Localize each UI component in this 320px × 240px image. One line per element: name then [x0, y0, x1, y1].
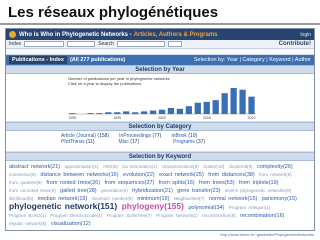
keyword-link[interactable]: regular network(8) [9, 221, 47, 226]
year-tick-label: 2010 [248, 116, 256, 120]
browser-screenshot: Who is Who in Phylogenetic Networks - Ar… [5, 28, 315, 231]
year-tick-label: 1995 [113, 116, 121, 120]
year-bar-2006[interactable] [212, 100, 219, 114]
slide-title: Les réseaux phylogénétiques [8, 4, 219, 21]
category-list: Article (Journal) (158) InProceedings (7… [6, 131, 314, 152]
year-section-heading: Selection by Year [6, 65, 314, 74]
year-bar-1994[interactable] [105, 112, 112, 114]
keyword-link[interactable]: from quartets(8) [9, 180, 42, 185]
keyword-link[interactable]: gene transfer(23) [177, 188, 220, 194]
keyword-link[interactable]: characterization(9) [162, 164, 199, 169]
year-bar-1992[interactable] [87, 113, 94, 114]
year-bar-2002[interactable] [176, 108, 184, 114]
keyword-link[interactable]: complexity(26) [257, 164, 293, 170]
keyword-link[interactable]: bio-informatics(1) [122, 164, 157, 169]
keyword-link[interactable]: Program BioNJ(1) [9, 213, 46, 218]
keyword-link[interactable]: level-k phylogenetic networks(9) [225, 188, 291, 193]
browse-select[interactable] [24, 41, 65, 47]
site-title-highlight: Articles, Authors & Programs [133, 31, 218, 38]
year-bar-1993[interactable] [96, 113, 103, 114]
year-bar-2008[interactable] [230, 88, 237, 114]
title-underline [0, 23, 320, 25]
year-bar-2003[interactable] [185, 106, 192, 114]
keyword-link[interactable]: abstract network(21) [9, 164, 60, 170]
year-bar-2004[interactable] [194, 102, 201, 114]
search-button[interactable] [168, 41, 183, 47]
publications-count: (All 277 publications) [69, 57, 126, 63]
keyword-link[interactable]: reconstruction(8) [202, 213, 236, 218]
keyword-link[interactable]: visualization(12) [51, 221, 91, 227]
keyword-link[interactable]: from trees(53) [199, 180, 235, 186]
contribute-link[interactable]: Contribute! [279, 41, 311, 47]
year-bar-1999[interactable] [149, 110, 157, 114]
keyword-link[interactable]: phylogenetic network(151) [9, 201, 117, 211]
keyword-link[interactable]: Program Arlequin(1) [229, 205, 270, 210]
category-misc[interactable]: Misc (17) [119, 139, 140, 145]
selection-by-links[interactable]: Selection by: Year | Category | Keyword … [194, 57, 311, 63]
keyword-link[interactable]: galled tree(28) [60, 188, 96, 194]
keyword-link[interactable]: generation(5) [101, 188, 128, 193]
year-bar-2001[interactable] [167, 107, 175, 114]
chart-caption-line2: Click on a year to display the publicati… [68, 81, 142, 86]
keyword-link[interactable]: from network(8) [259, 172, 292, 177]
year-bar-2010[interactable] [248, 96, 255, 114]
publications-index-tab[interactable]: Publications - Index [9, 56, 67, 64]
keyword-link[interactable]: from rooted trees(26) [46, 180, 100, 186]
year-tick-label: 1990 [69, 116, 77, 120]
site-title-prefix: Who is Who in Phylogenetic Networks - [19, 31, 132, 38]
year-tick-label: 2005 [203, 116, 211, 120]
year-bar-1997[interactable] [132, 112, 139, 114]
keyword-link[interactable]: consensus(5) [9, 172, 36, 177]
login-link[interactable]: login [300, 32, 311, 38]
keyword-link[interactable]: evolution(22) [123, 172, 155, 178]
keyword-link[interactable]: from splits(16) [159, 180, 195, 186]
site-header: Who is Who in Phylogenetic Networks - Ar… [6, 29, 314, 40]
toolbar: Index Search Contribute! [6, 40, 314, 49]
keyword-link[interactable]: Program Network(1) [156, 213, 198, 218]
keyword-link[interactable]: hybridization(21) [132, 188, 173, 194]
keyword-link[interactable]: Program SplitsTree(7) [107, 213, 152, 218]
keyword-link[interactable]: parsimony(15) [262, 196, 297, 202]
publications-bar: Publications - Index (All 277 publicatio… [6, 55, 314, 65]
source-url[interactable]: http://www.lirmm.fr/~gambette/Phylogenet… [220, 232, 314, 237]
chart-caption: Number of publications per year in phylo… [68, 76, 170, 86]
year-bar-1990[interactable] [69, 113, 76, 114]
keyword-cloud: abstract network(21) approximation(4) AR… [6, 161, 314, 230]
keyword-link[interactable]: phylogeny(155) [122, 201, 184, 211]
keyword-link[interactable]: approximation(4) [65, 164, 99, 169]
search-input[interactable] [117, 41, 166, 47]
site-logo-icon [9, 31, 16, 38]
keyword-link[interactable]: recombination(16) [240, 213, 284, 219]
year-bar-1998[interactable] [140, 111, 148, 114]
year-tick-label: 2000 [158, 116, 166, 120]
keyword-link[interactable]: distance between networks(16) [40, 172, 118, 178]
category-section-heading: Selection by Category [6, 122, 314, 131]
keyword-link[interactable]: from unrooted trees(9) [9, 188, 56, 193]
keyword-link[interactable]: from triplets(19) [239, 180, 279, 186]
keyword-link[interactable]: polynomial(34) [188, 205, 224, 211]
category-phdthesis[interactable]: PhdThesis (11) [61, 139, 95, 145]
year-bar-1996[interactable] [123, 111, 130, 114]
year-bar-2000[interactable] [158, 109, 166, 114]
year-bar-2009[interactable] [239, 89, 246, 114]
keyword-link[interactable]: cluster(10) [203, 164, 224, 169]
category-programs[interactable]: Programs (37) [173, 139, 205, 145]
keyword-link[interactable]: exact network(25) [159, 172, 204, 178]
keyword-link[interactable]: ARG(5) [103, 164, 118, 169]
keyword-link[interactable]: Program Dendroscope(4) [50, 213, 102, 218]
keyword-link[interactable]: from sequences(37) [104, 180, 154, 186]
category-row: PhdThesis (11) Misc (17) Programs (37) [61, 139, 314, 145]
keyword-section-heading: Selection by Keyword [6, 152, 314, 161]
year-chart: 1990 1995 2000 2005 2010 Number of publicati… [6, 74, 314, 122]
keyword-link[interactable]: from distances(38) [208, 172, 255, 178]
year-bar-1995[interactable] [114, 112, 121, 114]
type-select[interactable] [67, 41, 96, 47]
year-bar-2007[interactable] [221, 93, 228, 114]
keyword-link[interactable]: normal network(15) [209, 196, 257, 202]
search-label: Search [98, 41, 115, 47]
year-bar-2005[interactable] [203, 101, 210, 114]
toolbar-index-label[interactable]: Index [9, 41, 21, 47]
keyword-link[interactable]: clustered(9) [229, 164, 253, 169]
